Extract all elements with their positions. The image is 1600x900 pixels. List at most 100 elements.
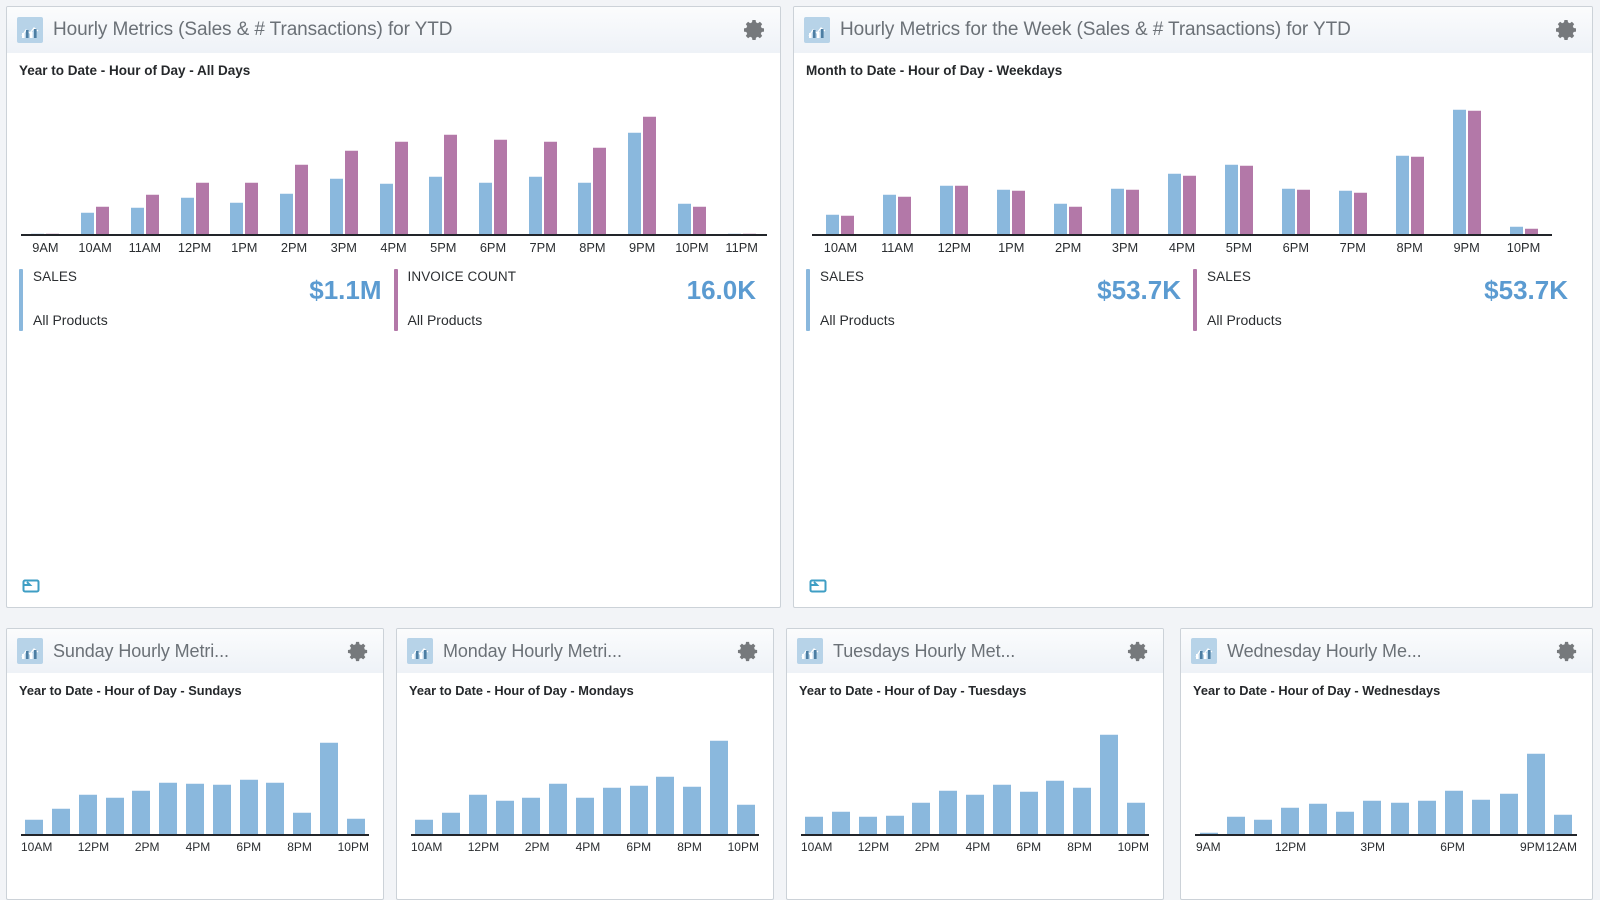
panel-monday-hourly-metrics[interactable]: Monday Hourly Metri... Year to Date - Ho… bbox=[396, 628, 774, 900]
bar[interactable] bbox=[394, 140, 408, 234]
bar[interactable] bbox=[1524, 227, 1538, 234]
bar[interactable] bbox=[1296, 189, 1310, 234]
bar[interactable] bbox=[1099, 734, 1118, 834]
bar[interactable] bbox=[1410, 155, 1424, 234]
resize-handle-icon[interactable] bbox=[21, 577, 43, 595]
bar[interactable] bbox=[1336, 811, 1355, 834]
bar[interactable] bbox=[1073, 787, 1092, 834]
gear-icon[interactable] bbox=[735, 638, 761, 664]
bar[interactable] bbox=[478, 181, 492, 234]
bar[interactable] bbox=[1472, 798, 1491, 834]
bar[interactable] bbox=[940, 185, 954, 234]
bar[interactable] bbox=[1527, 752, 1546, 834]
bar[interactable] bbox=[295, 163, 309, 234]
bar[interactable] bbox=[602, 787, 621, 834]
bar[interactable] bbox=[543, 140, 557, 234]
bar[interactable] bbox=[692, 205, 706, 234]
bar[interactable] bbox=[643, 116, 657, 234]
bar[interactable] bbox=[493, 139, 507, 234]
bar[interactable] bbox=[344, 149, 358, 234]
bar[interactable] bbox=[379, 182, 393, 234]
panel-hourly-metrics-week-ytd[interactable]: Hourly Metrics for the Week (Sales & # T… bbox=[793, 6, 1593, 608]
bar[interactable] bbox=[329, 177, 343, 234]
bar[interactable] bbox=[1363, 799, 1382, 834]
bar[interactable] bbox=[1012, 190, 1026, 234]
bar[interactable] bbox=[727, 233, 741, 234]
bar[interactable] bbox=[629, 785, 648, 834]
bar[interactable] bbox=[1126, 801, 1145, 834]
bar[interactable] bbox=[31, 233, 45, 234]
kpi-sales-secondary[interactable]: SALES All Products $53.7K bbox=[1193, 269, 1580, 331]
bar[interactable] bbox=[415, 819, 434, 834]
bar[interactable] bbox=[656, 775, 675, 834]
bar[interactable] bbox=[939, 790, 958, 834]
gear-icon[interactable] bbox=[345, 638, 371, 664]
bar[interactable] bbox=[25, 819, 44, 834]
gear-icon[interactable] bbox=[1554, 638, 1580, 664]
bar[interactable] bbox=[578, 181, 592, 234]
bar[interactable] bbox=[132, 790, 151, 834]
bar[interactable] bbox=[912, 801, 931, 834]
bar[interactable] bbox=[1353, 191, 1367, 234]
bar[interactable] bbox=[1452, 108, 1466, 234]
bar[interactable] bbox=[1445, 790, 1464, 834]
bar[interactable] bbox=[885, 815, 904, 834]
bar[interactable] bbox=[1224, 163, 1238, 234]
bar[interactable] bbox=[180, 196, 194, 234]
bar[interactable] bbox=[1417, 799, 1436, 834]
bar[interactable] bbox=[1390, 801, 1409, 834]
bar[interactable] bbox=[709, 740, 728, 834]
bar[interactable] bbox=[1467, 109, 1481, 234]
bar[interactable] bbox=[858, 816, 877, 834]
bar[interactable] bbox=[528, 176, 542, 234]
bar[interactable] bbox=[683, 786, 702, 834]
bar[interactable] bbox=[442, 812, 461, 834]
bar[interactable] bbox=[593, 146, 607, 234]
bar[interactable] bbox=[195, 181, 209, 234]
bar[interactable] bbox=[1046, 779, 1065, 834]
bar[interactable] bbox=[1126, 189, 1140, 234]
kpi-invoice-count[interactable]: INVOICE COUNT All Products 16.0K bbox=[393, 269, 769, 331]
bar[interactable] bbox=[266, 782, 285, 834]
panel-sunday-hourly-metrics[interactable]: Sunday Hourly Metri... Year to Date - Ho… bbox=[6, 628, 384, 900]
bar[interactable] bbox=[628, 131, 642, 234]
panel-tuesdays-hourly-metrics[interactable]: Tuesdays Hourly Met... Year to Date - Ho… bbox=[786, 628, 1164, 900]
panel-hourly-metrics-ytd[interactable]: Hourly Metrics (Sales & # Transactions) … bbox=[6, 6, 781, 608]
bar[interactable] bbox=[1554, 814, 1573, 834]
bar[interactable] bbox=[130, 207, 144, 234]
gear-icon[interactable] bbox=[1125, 638, 1151, 664]
bar[interactable] bbox=[575, 796, 594, 834]
bar[interactable] bbox=[549, 783, 568, 834]
bar[interactable] bbox=[997, 189, 1011, 234]
bar[interactable] bbox=[346, 818, 365, 834]
bar[interactable] bbox=[805, 816, 824, 834]
bar[interactable] bbox=[826, 213, 840, 234]
bar[interactable] bbox=[1281, 806, 1300, 834]
bar[interactable] bbox=[1019, 791, 1038, 834]
bar[interactable] bbox=[78, 794, 97, 834]
bar[interactable] bbox=[145, 194, 159, 234]
bar[interactable] bbox=[230, 202, 244, 234]
bar[interactable] bbox=[468, 794, 487, 834]
bar[interactable] bbox=[159, 782, 178, 834]
bar[interactable] bbox=[46, 233, 60, 234]
bar[interactable] bbox=[955, 185, 969, 234]
bar[interactable] bbox=[1239, 164, 1253, 234]
bar[interactable] bbox=[1199, 831, 1218, 834]
bar[interactable] bbox=[1338, 190, 1352, 234]
bar[interactable] bbox=[1499, 793, 1518, 834]
bar[interactable] bbox=[883, 194, 897, 234]
resize-handle-icon[interactable] bbox=[808, 577, 830, 595]
bar[interactable] bbox=[898, 195, 912, 234]
bar[interactable] bbox=[677, 203, 691, 234]
bar[interactable] bbox=[239, 778, 258, 834]
bar[interactable] bbox=[742, 233, 756, 234]
bar[interactable] bbox=[992, 784, 1011, 834]
bar[interactable] bbox=[522, 796, 541, 834]
bar[interactable] bbox=[245, 181, 259, 234]
bar[interactable] bbox=[1182, 175, 1196, 234]
bar[interactable] bbox=[212, 784, 231, 834]
bar[interactable] bbox=[52, 808, 71, 834]
bar[interactable] bbox=[1308, 802, 1327, 834]
bar[interactable] bbox=[1111, 187, 1125, 234]
